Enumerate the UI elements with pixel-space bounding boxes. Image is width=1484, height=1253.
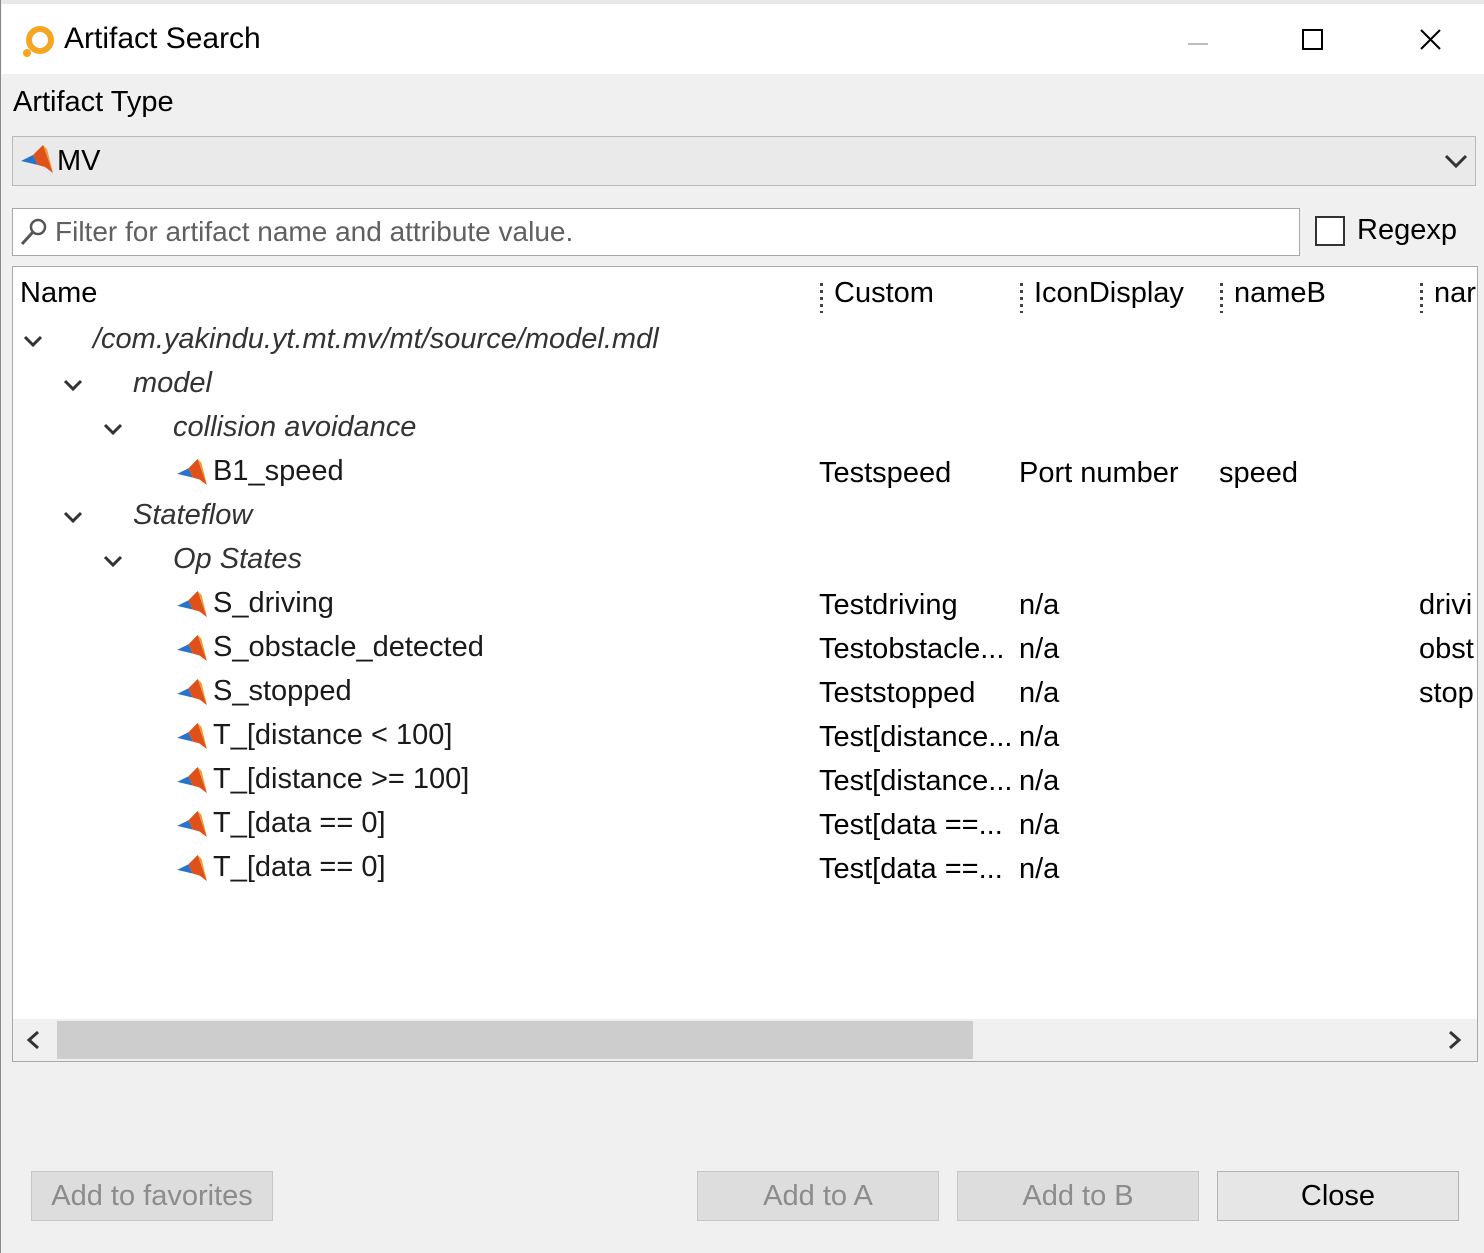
cell-custom: Test[data ==...: [819, 809, 1003, 841]
tree-node-label: T_[distance < 100]: [213, 719, 453, 751]
cell-nar: drivi: [1419, 589, 1473, 621]
tree-row[interactable]: B1_speed Testspeed Port number speed: [13, 451, 1477, 495]
tree-row[interactable]: S_stopped Teststopped n/a stop: [13, 671, 1477, 715]
tree-row[interactable]: Stateflow: [13, 495, 1477, 539]
window-title: Artifact Search: [64, 22, 261, 55]
tree-node-label: S_stopped: [213, 675, 352, 707]
column-resize-handle[interactable]: [820, 283, 823, 313]
cell-custom: Testobstacle...: [819, 633, 1005, 665]
column-header-nar[interactable]: nar: [1434, 277, 1476, 310]
matlab-icon: [21, 145, 55, 180]
close-icon: [1420, 29, 1441, 50]
column-resize-handle[interactable]: [1420, 283, 1423, 313]
artifact-type-label: Artifact Type: [13, 86, 174, 118]
regexp-checkbox-box[interactable]: [1315, 216, 1345, 246]
cell-icondisplay: n/a: [1019, 853, 1060, 885]
artifact-type-value: MV: [57, 145, 101, 177]
tree-row[interactable]: T_[distance < 100] Test[distance... n/a: [13, 715, 1477, 759]
tree-row[interactable]: model: [13, 363, 1477, 407]
column-header-name[interactable]: Name: [20, 277, 97, 310]
tree-node-label: T_[data == 0]: [213, 807, 386, 839]
chevron-down-icon[interactable]: [99, 415, 127, 443]
matlab-icon: [177, 811, 209, 844]
cell-icondisplay: n/a: [1019, 677, 1060, 709]
cell-nar: obst: [1419, 633, 1474, 665]
tree-node-label: Stateflow: [133, 499, 253, 531]
cell-icondisplay: n/a: [1019, 765, 1060, 797]
tree-node-label: Op States: [173, 543, 302, 575]
column-resize-handle[interactable]: [1020, 283, 1023, 313]
tree-node-label: collision avoidance: [173, 411, 417, 443]
chevron-down-icon[interactable]: [59, 503, 87, 531]
cell-custom: Testspeed: [819, 457, 952, 489]
artifact-type-dropdown[interactable]: MV: [12, 136, 1476, 186]
cell-custom: Teststopped: [819, 677, 976, 709]
cell-icondisplay: n/a: [1019, 633, 1060, 665]
scrollbar-thumb[interactable]: [57, 1021, 973, 1059]
add-to-b-button[interactable]: Add to B: [957, 1171, 1199, 1221]
tree-node-label: /com.yakindu.yt.mt.mv/mt/source/model.md…: [93, 323, 659, 355]
column-resize-handle[interactable]: [1220, 283, 1223, 313]
tree-row[interactable]: S_driving Testdriving n/a drivi: [13, 583, 1477, 627]
artifact-tree-table[interactable]: Name Custom IconDisplay nameB nar /com.y…: [12, 266, 1478, 1062]
add-to-favorites-button[interactable]: Add to favorites: [31, 1171, 273, 1221]
filter-field[interactable]: [12, 208, 1300, 256]
search-icon: [19, 217, 49, 252]
tree-row[interactable]: Op States: [13, 539, 1477, 583]
matlab-icon: [177, 591, 209, 624]
cell-icondisplay: n/a: [1019, 589, 1060, 621]
cell-nameb: speed: [1219, 457, 1299, 489]
matlab-icon: [177, 767, 209, 800]
tree-node-label: T_[distance >= 100]: [213, 763, 470, 795]
horizontal-scrollbar[interactable]: [13, 1019, 1477, 1061]
matlab-icon: [177, 459, 209, 492]
tree-node-label: T_[data == 0]: [213, 851, 386, 883]
column-header-custom[interactable]: Custom: [834, 277, 934, 310]
chevron-left-icon[interactable]: [23, 1029, 45, 1056]
tree-row[interactable]: /com.yakindu.yt.mt.mv/mt/source/model.md…: [13, 319, 1477, 363]
cell-icondisplay: Port number: [1019, 457, 1179, 489]
cell-icondisplay: n/a: [1019, 721, 1060, 753]
chevron-down-icon[interactable]: [99, 547, 127, 575]
table-header: Name Custom IconDisplay nameB nar: [13, 267, 1477, 319]
yakindu-logo-icon: [20, 24, 56, 60]
title-bar: Artifact Search: [2, 4, 1484, 74]
tree-row[interactable]: collision avoidance: [13, 407, 1477, 451]
minimize-icon: [1188, 43, 1208, 45]
cell-nar: stop: [1419, 677, 1474, 709]
filter-input[interactable]: [55, 213, 1285, 251]
tree-node-label: S_driving: [213, 587, 334, 619]
matlab-icon: [177, 855, 209, 888]
cell-custom: Test[data ==...: [819, 853, 1003, 885]
tree-row[interactable]: T_[distance >= 100] Test[distance... n/a: [13, 759, 1477, 803]
cell-icondisplay: n/a: [1019, 809, 1060, 841]
matlab-icon: [177, 679, 209, 712]
cell-custom: Test[distance...: [819, 765, 1013, 797]
close-window-button[interactable]: [1402, 14, 1458, 66]
chevron-down-icon[interactable]: [59, 371, 87, 399]
tree-row[interactable]: T_[data == 0] Test[data ==... n/a: [13, 847, 1477, 891]
column-header-nameb[interactable]: nameB: [1234, 277, 1326, 310]
chevron-down-icon[interactable]: [19, 327, 47, 355]
tree-row[interactable]: T_[data == 0] Test[data ==... n/a: [13, 803, 1477, 847]
regexp-label: Regexp: [1357, 214, 1457, 246]
maximize-icon: [1302, 29, 1323, 50]
tree-node-label: B1_speed: [213, 455, 344, 487]
chevron-right-icon[interactable]: [1443, 1029, 1465, 1056]
matlab-icon: [177, 723, 209, 756]
tree-node-label: S_obstacle_detected: [213, 631, 484, 663]
column-header-icondisplay[interactable]: IconDisplay: [1034, 277, 1184, 310]
artifact-search-dialog: Artifact Search Artifact Type MV Filter …: [0, 0, 1484, 1253]
cell-custom: Testdriving: [819, 589, 958, 621]
regexp-checkbox[interactable]: Regexp: [1315, 214, 1475, 254]
minimize-button[interactable]: [1170, 14, 1226, 66]
maximize-button[interactable]: [1284, 14, 1340, 66]
close-button[interactable]: Close: [1217, 1171, 1459, 1221]
tree-node-label: model: [133, 367, 212, 399]
cell-custom: Test[distance...: [819, 721, 1013, 753]
add-to-a-button[interactable]: Add to A: [697, 1171, 939, 1221]
tree-row[interactable]: S_obstacle_detected Testobstacle... n/a …: [13, 627, 1477, 671]
chevron-down-icon[interactable]: [1437, 137, 1475, 185]
matlab-icon: [177, 635, 209, 668]
